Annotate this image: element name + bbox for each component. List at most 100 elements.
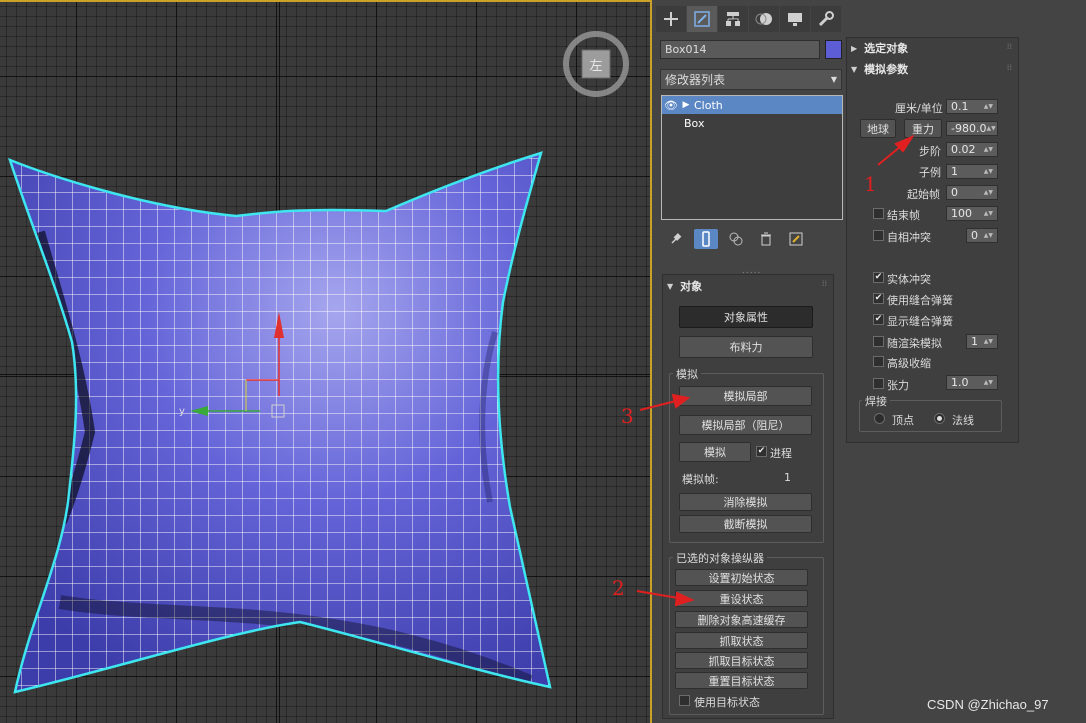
rollout-grip-icon[interactable]: ⁞⁞ [822, 279, 827, 288]
tab-hierarchy[interactable] [718, 6, 748, 32]
rollout-grip-icon[interactable]: ⁞⁞ [1007, 42, 1012, 51]
annotation-label-1: 1 [864, 172, 877, 196]
advanced-pinch-checkbox[interactable] [873, 356, 884, 367]
spinner-arrows-icon[interactable]: ▲▼ [984, 232, 993, 239]
configure-sets-button[interactable] [784, 229, 808, 249]
sim-frames-value: 1 [784, 471, 791, 484]
pin-icon [671, 233, 682, 244]
self-collision-checkbox[interactable] [873, 230, 884, 241]
sim-params-rollout-header[interactable]: ▼ 模拟参数 [851, 60, 908, 78]
object-color-swatch[interactable] [825, 40, 842, 59]
end-frame-checkbox[interactable] [873, 208, 884, 219]
viewcube-icon[interactable]: 左 [560, 28, 632, 100]
weld-vertex-radio[interactable] [874, 413, 885, 424]
simulation-group: 模拟 模拟局部 模拟局部（阻尼） 模拟 ✔ 进程 模拟帧: 1 消除模拟 截断模… [669, 366, 824, 543]
spinner-arrows-icon[interactable]: ▲▼ [984, 210, 993, 217]
pin-stack-button[interactable] [664, 229, 688, 249]
end-frame-spinner[interactable]: 100 ▲▼ [946, 206, 998, 221]
object-name-field[interactable]: Box014 [660, 40, 820, 59]
tab-motion[interactable] [749, 6, 779, 32]
erase-simulation-button[interactable]: 消除模拟 [679, 493, 812, 511]
weld-normal-radio[interactable] [934, 413, 945, 424]
command-panel: Box014 修改器列表 ▼ 👁 ▶ Cloth Box ..... ▼ 对象 … [652, 0, 1086, 723]
object-rollout: ▼ 对象 ⁞⁞ 对象属性 布料力 模拟 模拟局部 模拟局部（阻尼） 模拟 ✔ 进… [662, 274, 834, 719]
tension-value: 1.0 [951, 376, 969, 389]
subsample-value: 1 [951, 165, 958, 178]
start-frame-spinner[interactable]: 0 ▲▼ [946, 185, 998, 200]
cloth-forces-button[interactable]: 布料力 [679, 336, 813, 358]
command-panel-tabs [656, 6, 844, 34]
simulate-button[interactable]: 模拟 [679, 442, 751, 462]
make-unique-button[interactable] [724, 229, 748, 249]
solid-collision-checkbox[interactable]: ✔ [873, 272, 884, 283]
selected-objects-rollout-header[interactable]: ▶ 选定对象 [851, 39, 908, 57]
earth-button[interactable]: 地球 [860, 119, 896, 138]
set-initial-state-button[interactable]: 设置初始状态 [675, 569, 808, 586]
sim-on-render-checkbox[interactable] [873, 336, 884, 347]
step-spinner[interactable]: 0.02 ▲▼ [946, 142, 998, 157]
spinner-arrows-icon[interactable]: ▲▼ [984, 146, 993, 153]
truncate-simulation-button[interactable]: 截断模拟 [679, 515, 812, 533]
sim-on-render-spinner[interactable]: 1 ▲▼ [966, 334, 998, 349]
object-rollout-header[interactable]: ▼ 对象 [667, 277, 702, 295]
chevron-down-icon: ▼ [830, 75, 837, 84]
self-collision-spinner[interactable]: 0 ▲▼ [966, 228, 998, 243]
spinner-arrows-icon[interactable]: ▲▼ [984, 379, 993, 386]
annotation-label-2: 2 [612, 576, 625, 600]
spinner-arrows-icon[interactable]: ▲▼ [984, 189, 993, 196]
remove-modifier-button[interactable] [754, 229, 778, 249]
tab-create[interactable] [656, 6, 686, 32]
tension-checkbox[interactable] [873, 378, 884, 389]
weld-vertex-label: 顶点 [892, 414, 914, 427]
modifier-stack[interactable]: 👁 ▶ Cloth Box [661, 95, 843, 220]
progress-checkbox[interactable]: ✔ [756, 446, 767, 457]
tab-modify[interactable] [687, 6, 717, 32]
stack-item-box[interactable]: Box [662, 114, 842, 132]
simulate-local-damped-button[interactable]: 模拟局部（阻尼） [679, 415, 812, 435]
reset-target-state-button[interactable]: 重置目标状态 [675, 672, 808, 689]
stack-item-cloth[interactable]: 👁 ▶ Cloth [662, 96, 842, 114]
simulate-local-button[interactable]: 模拟局部 [679, 386, 812, 406]
sim-on-render-label: 随渲染模拟 [887, 337, 942, 350]
modifier-list-dropdown[interactable]: 修改器列表 ▼ [660, 69, 842, 90]
delete-object-cache-button[interactable]: 删除对象高速缓存 [675, 611, 808, 628]
show-sewing-springs-checkbox[interactable]: ✔ [873, 314, 884, 325]
expand-arrow-icon[interactable]: ▶ [680, 100, 692, 110]
subsample-label: 子例 [919, 166, 941, 179]
reset-state-button[interactable]: 重设状态 [675, 590, 808, 607]
tab-utilities[interactable] [811, 6, 841, 32]
collapse-triangle-icon: ▼ [851, 64, 858, 74]
tension-spinner[interactable]: 1.0 ▲▼ [946, 375, 998, 390]
selected-object-manip-title: 已选的对象操纵器 [673, 550, 767, 566]
use-target-state-checkbox[interactable] [679, 695, 690, 706]
spinner-arrows-icon[interactable]: ▲▼ [984, 103, 993, 110]
selected-objects-title: 选定对象 [864, 42, 909, 55]
grab-state-button[interactable]: 抓取状态 [675, 632, 808, 649]
viewport-perspective[interactable]: y 左 [0, 0, 652, 723]
gravity-button[interactable]: 重力 [904, 119, 942, 138]
end-frame-label: 结束帧 [887, 209, 920, 222]
cloth-pillow-mesh[interactable]: y [0, 2, 650, 723]
motion-icon [755, 13, 772, 25]
viewcube-face-label: 左 [589, 59, 602, 74]
show-end-result-button[interactable] [694, 229, 718, 249]
start-frame-label: 起始帧 [907, 188, 940, 201]
make-unique-icon [729, 232, 743, 246]
use-sewing-springs-checkbox[interactable]: ✔ [873, 293, 884, 304]
hierarchy-icon [726, 12, 740, 26]
weld-group: 焊接 顶点 法线 [859, 393, 1002, 432]
display-icon [788, 13, 802, 26]
spinner-arrows-icon[interactable]: ▲▼ [986, 125, 995, 132]
selected-object-manip-group: 已选的对象操纵器 设置初始状态 重设状态 删除对象高速缓存 抓取状态 抓取目标状… [669, 550, 824, 715]
subsample-spinner[interactable]: 1 ▲▼ [946, 164, 998, 179]
grab-target-state-button[interactable]: 抓取目标状态 [675, 652, 808, 669]
eye-icon[interactable]: 👁 [662, 99, 680, 112]
tab-display[interactable] [780, 6, 810, 32]
gravity-spinner[interactable]: -980.0 ▲▼ [946, 121, 998, 136]
spinner-arrows-icon[interactable]: ▲▼ [984, 168, 993, 175]
spinner-arrows-icon[interactable]: ▲▼ [984, 338, 993, 345]
rollout-grip-icon[interactable]: ⁞⁞ [1007, 63, 1012, 72]
cm-per-unit-spinner[interactable]: 0.1 ▲▼ [946, 99, 998, 114]
use-target-state-label: 使用目标状态 [694, 696, 760, 709]
object-properties-button[interactable]: 对象属性 [679, 306, 813, 328]
